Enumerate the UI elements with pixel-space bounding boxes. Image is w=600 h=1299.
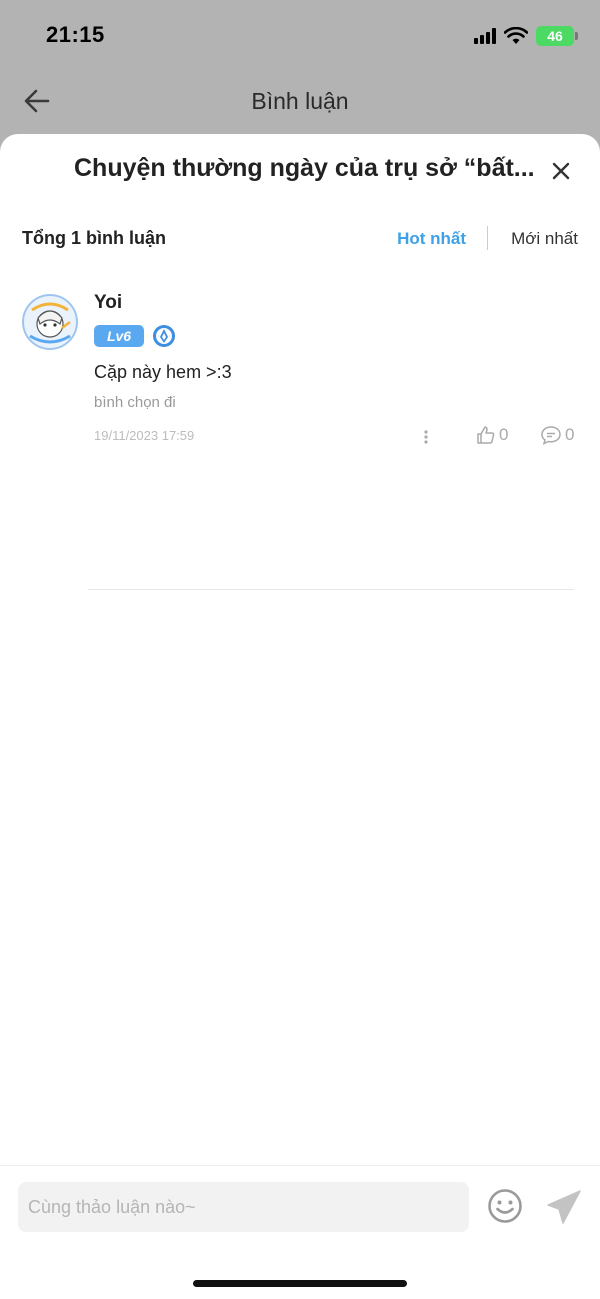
page-header: Bình luận: [0, 72, 600, 132]
sheet-title: Chuyện thường ngày của trụ sở “bất...: [74, 154, 534, 182]
status-bar: 21:15 46: [0, 0, 600, 72]
like-button[interactable]: 0: [476, 425, 508, 445]
level-badge: Lv6: [94, 325, 144, 347]
wifi-icon: [504, 27, 528, 44]
comment-bubble-icon: [541, 426, 561, 445]
battery-level: 46: [547, 28, 563, 44]
avatar[interactable]: [22, 294, 78, 350]
like-count: 0: [499, 425, 509, 444]
sort-divider: [487, 226, 488, 250]
comment-text: Cặp này hem >:3: [94, 362, 232, 382]
comment-count: Tổng 1 bình luận: [22, 228, 166, 248]
battery-icon: 46: [536, 26, 578, 46]
send-icon[interactable]: [545, 1188, 583, 1226]
comment-divider: [88, 589, 574, 590]
status-time: 21:15: [46, 22, 105, 47]
home-indicator: [193, 1280, 407, 1287]
comment-summary-row: Tổng 1 bình luận Hot nhất Mới nhất: [22, 226, 578, 256]
sort-newest-tab[interactable]: Mới nhất: [511, 229, 578, 249]
close-button[interactable]: [546, 156, 576, 186]
comment-input[interactable]: [18, 1182, 469, 1232]
reply-count: 0: [565, 425, 575, 444]
comment-item: Yoi Lv6 Cặp này hem >:3 bình chọn đi 19/…: [22, 292, 578, 590]
rank-badge-icon: [153, 325, 175, 347]
close-icon: [552, 162, 570, 180]
sort-hot-tab[interactable]: Hot nhất: [397, 229, 466, 249]
comment-meta-row: 19/11/2023 17:59 0 0: [94, 424, 578, 450]
comment-subtext: bình chọn đi: [94, 394, 176, 411]
comment-body: Yoi Lv6 Cặp này hem >:3 bình chọn đi 19/…: [94, 292, 578, 450]
user-badges: Lv6: [94, 324, 578, 348]
more-options-icon[interactable]: [420, 426, 432, 448]
reply-button[interactable]: 0: [540, 425, 574, 445]
page-title: Bình luận: [251, 88, 349, 114]
status-icons: 46: [474, 24, 578, 48]
footer-divider: [0, 1165, 600, 1166]
emoji-icon[interactable]: [487, 1188, 523, 1224]
comment-sheet: Chuyện thường ngày của trụ sở “bất... Tổ…: [0, 134, 600, 1299]
thumbs-up-icon: [477, 426, 495, 444]
cellular-signal-icon: [474, 28, 496, 44]
comment-date: 19/11/2023 17:59: [94, 428, 195, 443]
comment-username[interactable]: Yoi: [94, 292, 578, 318]
